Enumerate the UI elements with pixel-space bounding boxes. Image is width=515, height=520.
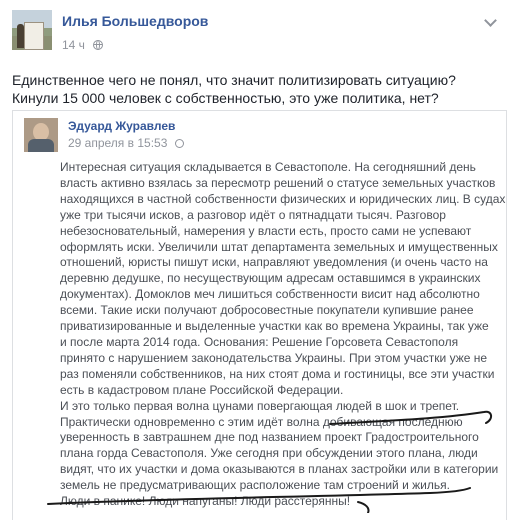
shared-body-line: деревню дедушке, по несуществующим адрес… [60, 271, 481, 286]
shared-body-line: уже три тысячи исков, а разговор идёт о … [60, 207, 446, 222]
shared-body-line: есть в кадастровом плане Российской Феде… [60, 382, 344, 397]
shared-body-line: И это только первая волна цунами поверга… [60, 398, 460, 413]
chevron-down-icon[interactable] [484, 14, 497, 27]
author-avatar[interactable] [12, 10, 52, 50]
shared-body-line: Интересная ситуация складывается в Севас… [60, 160, 476, 174]
shared-body-line: документах). Домоклов меч лишиться собст… [60, 287, 480, 302]
shared-timestamp[interactable]: 29 апреля в 15:53 [68, 136, 167, 150]
shared-body-line: уверенность в завтрашнем дне под названи… [60, 430, 479, 445]
shared-body-line: и после марта 2014 года. Основания: Реше… [60, 334, 459, 349]
post-text-line: Единственное чего не понял, что значит п… [12, 72, 456, 88]
shared-body-line: Люди в панике! Люди напуганы! Люди расст… [60, 494, 351, 509]
shared-body-line: приватизированные и выделенные участки к… [60, 319, 489, 334]
post-meta: 14 ч [62, 38, 104, 52]
shared-post[interactable]: Эдуард Журавлев 29 апреля в 15:53 Интере… [12, 110, 507, 520]
shared-body-line: видят, что их участки и дома оказываются… [60, 462, 499, 477]
shared-body-line: отношений, юристы пишут иски, направляют… [60, 255, 488, 270]
shared-author-avatar[interactable] [24, 118, 58, 152]
post-timestamp[interactable]: 14 ч [62, 38, 85, 52]
shared-body-line: всеми. Такие иски получают добросовестны… [60, 303, 474, 318]
shared-author-name[interactable]: Эдуард Журавлев [68, 119, 175, 133]
globe-icon [174, 139, 184, 148]
feed-post: Илья Большедворов 14 ч Единственное чего… [0, 0, 515, 520]
shared-body-line: оформлять иски. Увеличили штат департаме… [60, 239, 498, 254]
globe-icon[interactable] [93, 40, 104, 50]
shared-body-line: власть активно взялась за пересмотр реше… [60, 175, 496, 190]
shared-body-line: земель не предусматривающих расположение… [60, 478, 450, 493]
post-text-line: Кинули 15 000 человек с собственностью, … [12, 90, 439, 106]
shared-body-line: небезосновательный, намерения у власти е… [60, 223, 472, 238]
shared-body-line: находящихся в частной собственности физи… [60, 191, 506, 206]
shared-body-line: раз поменяли собственников, на них стоят… [60, 366, 495, 381]
post-text: Единственное чего не понял, что значит п… [12, 71, 507, 107]
shared-body: Интересная ситуация складывается в Севас… [60, 160, 506, 510]
shared-body-line: принято с нарушением законодательства Ук… [60, 350, 488, 365]
shared-body-line: Практически одновременно с этим идёт вол… [60, 414, 463, 429]
shared-meta: 29 апреля в 15:53 [68, 136, 184, 150]
post-author-name[interactable]: Илья Большедворов [62, 13, 208, 29]
shared-body-line: плана горда Севастополя. Уже сегодня при… [60, 446, 478, 461]
